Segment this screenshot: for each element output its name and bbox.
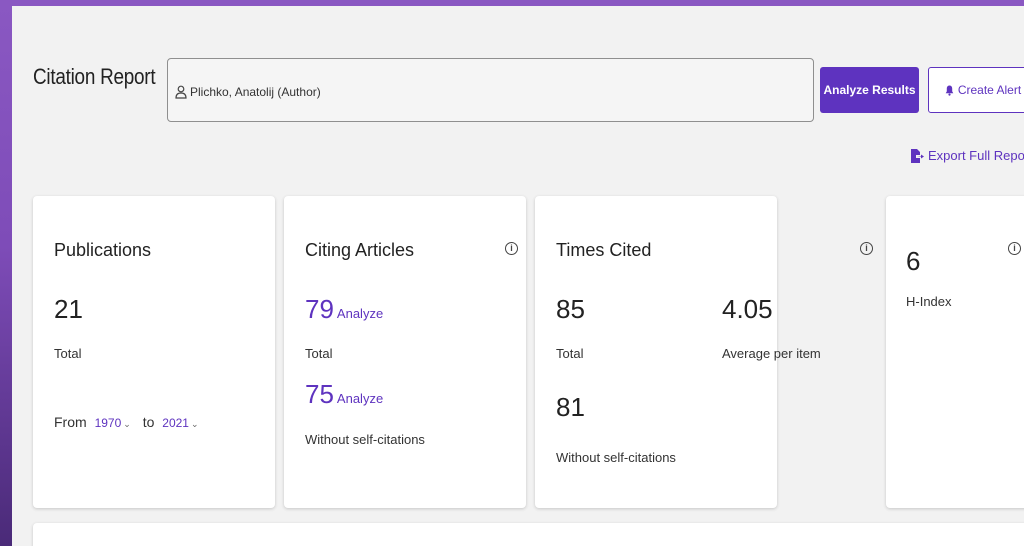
citation-report-page: Citation Report Analyze Results Create A… bbox=[12, 6, 1024, 546]
to-year-value: 2021 bbox=[162, 416, 189, 430]
to-year-select[interactable]: 2021 ⌄ bbox=[162, 416, 198, 430]
person-icon bbox=[175, 85, 187, 99]
citing-articles-without-self-value: 75 bbox=[305, 379, 334, 409]
bell-icon bbox=[945, 85, 954, 96]
page-title: Citation Report bbox=[33, 64, 156, 89]
year-range: From 1970 ⌄ to 2021 ⌄ bbox=[54, 414, 199, 430]
times-cited-average-label: Average per item bbox=[722, 346, 821, 361]
export-full-report-link[interactable]: Export Full Report bbox=[910, 148, 1024, 163]
citing-articles-total: 79 Analyze bbox=[305, 294, 383, 325]
citing-articles-total-label: Total bbox=[305, 346, 333, 361]
publications-total-label: Total bbox=[54, 346, 82, 361]
times-cited-title: Times Cited bbox=[556, 240, 652, 260]
h-index-value: 6 bbox=[906, 246, 921, 276]
citing-articles-without-self: 75 Analyze bbox=[305, 379, 383, 410]
from-year-value: 1970 bbox=[94, 416, 122, 430]
create-alert-label: Create Alert bbox=[957, 83, 1022, 97]
times-cited-total-label: Total bbox=[556, 346, 584, 361]
export-label: Export Full Report bbox=[928, 148, 1024, 163]
analyze-link[interactable]: Analyze bbox=[337, 306, 383, 321]
create-alert-button[interactable]: Create Alert bbox=[928, 67, 1024, 113]
from-label: From bbox=[54, 414, 87, 430]
citing-articles-without-self-label: Without self-citations bbox=[305, 432, 425, 447]
search-field[interactable] bbox=[167, 58, 814, 122]
times-cited-card: Times Cited i 85 Total 4.05 Average per … bbox=[535, 196, 873, 508]
from-year-select[interactable]: 1970 ⌄ bbox=[95, 416, 131, 430]
times-cited-without-self-value: 81 bbox=[556, 392, 585, 422]
times-cited-without-self-label: Without self-citations bbox=[556, 450, 676, 465]
search-input[interactable] bbox=[190, 83, 790, 101]
chevron-down-icon: ⌄ bbox=[123, 419, 131, 429]
publications-card: Publications 21 Total From 1970 ⌄ to 2021… bbox=[33, 196, 275, 508]
citing-articles-card: Citing Articles i 79 Analyze Total 75 Anal… bbox=[284, 196, 526, 508]
to-label: to bbox=[142, 414, 155, 430]
times-cited-total-value: 85 bbox=[556, 294, 585, 324]
chevron-down-icon: ⌄ bbox=[190, 419, 199, 429]
h-index-label: H-Index bbox=[906, 294, 952, 309]
citing-articles-total-value: 79 bbox=[305, 294, 334, 324]
analyze-link[interactable]: Analyze bbox=[337, 391, 383, 406]
h-index-card: 6 H-Index i bbox=[886, 196, 1024, 508]
info-icon[interactable]: i bbox=[505, 242, 518, 255]
info-icon[interactable]: i bbox=[860, 242, 873, 255]
info-icon[interactable]: i bbox=[1008, 242, 1021, 255]
export-icon bbox=[911, 148, 924, 163]
analyze-results-button[interactable]: Analyze Results bbox=[820, 67, 919, 113]
publications-title: Publications bbox=[54, 240, 152, 260]
citing-articles-title: Citing Articles bbox=[305, 240, 415, 260]
publications-total-value: 21 bbox=[54, 294, 83, 324]
results-panel bbox=[33, 523, 1024, 546]
times-cited-average-value: 4.05 bbox=[722, 294, 773, 324]
